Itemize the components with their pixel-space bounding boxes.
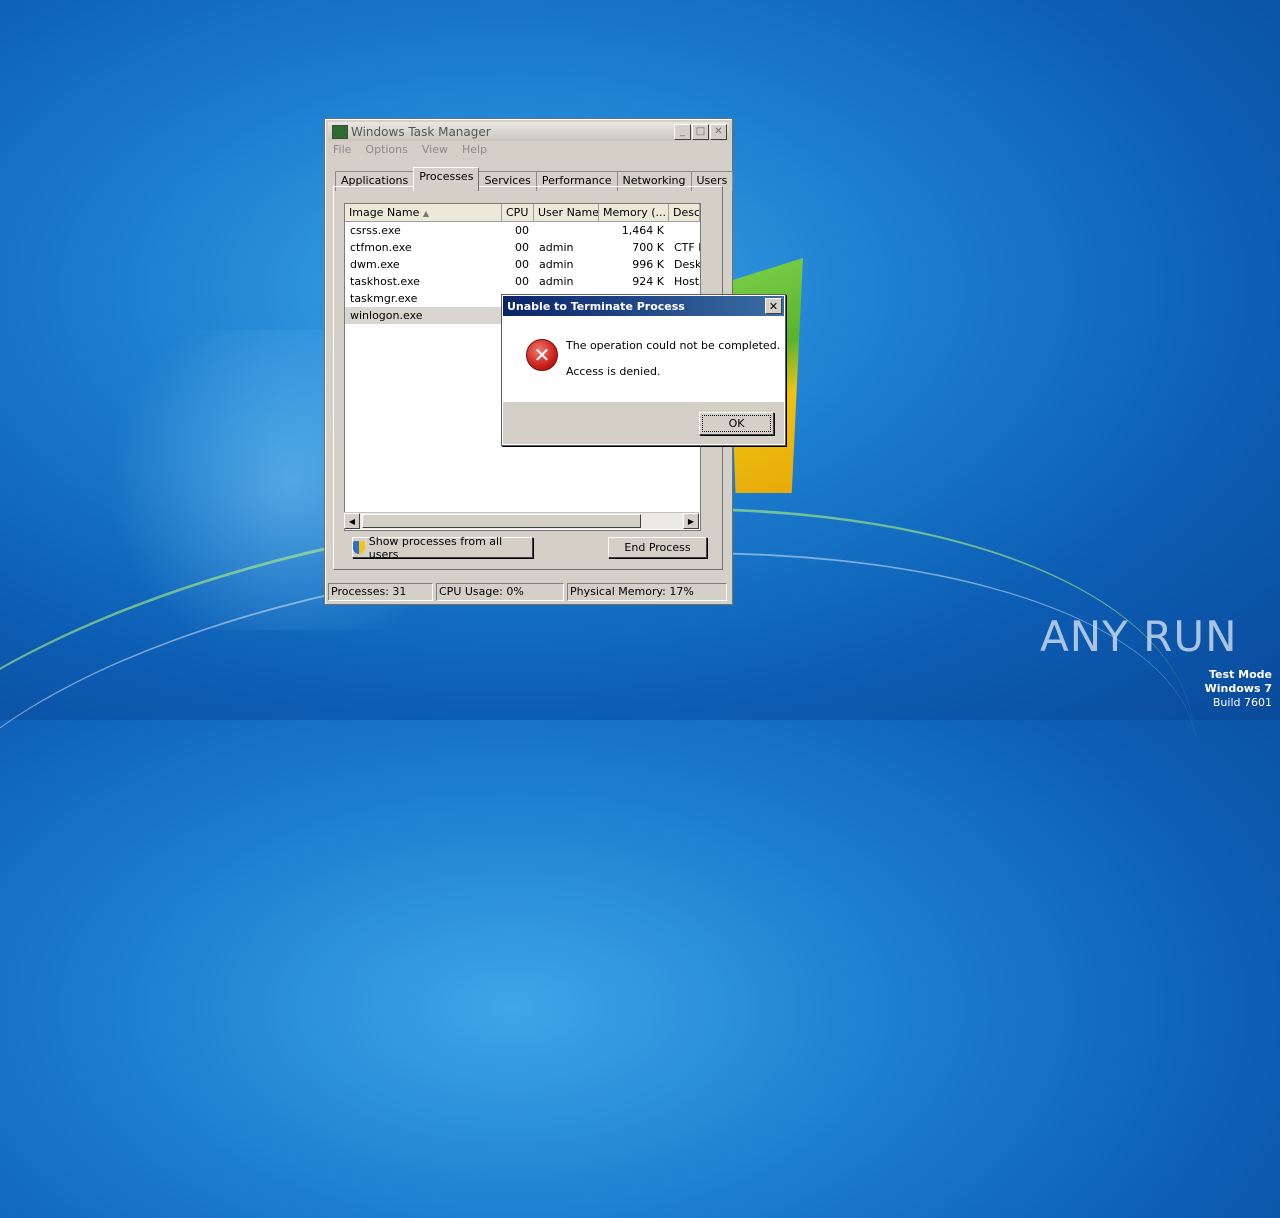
menu-view[interactable]: View: [422, 143, 448, 156]
cell-user: admin: [539, 258, 574, 271]
os-watermark: Test Mode Windows 7 Build 7601: [1205, 668, 1272, 710]
cell-name: winlogon.exe: [350, 309, 423, 322]
cell-desc: Host: [674, 275, 700, 288]
maximize-button[interactable]: □: [692, 123, 709, 140]
close-button[interactable]: ✕: [710, 123, 727, 140]
table-row[interactable]: csrss.exe 00 1,464 K: [345, 222, 700, 239]
anyrun-logo: ANY RUN: [1040, 612, 1238, 661]
sort-ascending-icon: ▲: [422, 209, 430, 218]
error-dialog: Unable to Terminate Process ✕ ✕ The oper…: [501, 294, 786, 446]
watermark-line3: Build 7601: [1212, 696, 1272, 709]
task-manager-icon: [332, 124, 348, 139]
table-row[interactable]: ctfmon.exe 00 admin 700 K CTF L: [345, 239, 700, 256]
cell-desc: Desk: [674, 258, 700, 271]
window-title: Windows Task Manager: [351, 124, 491, 139]
menu-file[interactable]: File: [333, 143, 351, 156]
column-description[interactable]: Desc: [669, 204, 700, 221]
show-all-processes-button[interactable]: Show processes from all users: [352, 535, 533, 561]
column-memory[interactable]: Memory (...: [599, 204, 669, 221]
cell-mem: 700 K: [632, 241, 664, 254]
cell-cpu: 00: [515, 241, 529, 254]
uac-shield-icon: [353, 541, 365, 554]
title-bar[interactable]: Windows Task Manager _ □ ✕: [328, 122, 729, 141]
cell-user: admin: [539, 275, 574, 288]
table-row[interactable]: dwm.exe 00 admin 996 K Desk: [345, 256, 700, 273]
cell-mem: 924 K: [632, 275, 664, 288]
cell-name: dwm.exe: [350, 258, 400, 271]
menu-options[interactable]: Options: [365, 143, 407, 156]
column-cpu[interactable]: CPU: [502, 204, 534, 221]
cell-cpu: 00: [515, 275, 529, 288]
cell-cpu: 00: [515, 224, 529, 237]
menu-bar: File Options View Help: [333, 143, 487, 156]
dialog-message-detail: Access is denied.: [566, 365, 661, 378]
watermark-line2: Windows 7: [1204, 682, 1272, 695]
cell-name: ctfmon.exe: [350, 241, 412, 254]
column-image-name[interactable]: Image Name ▲: [345, 204, 502, 221]
cell-desc: CTF L: [674, 241, 700, 254]
scroll-right-icon[interactable]: ▶: [683, 513, 699, 529]
column-user-name[interactable]: User Name: [534, 204, 599, 221]
status-bar: Processes: 31 CPU Usage: 0% Physical Mem…: [328, 583, 728, 601]
scroll-thumb[interactable]: [362, 514, 641, 528]
minimize-button[interactable]: _: [674, 123, 691, 140]
cell-mem: 996 K: [632, 258, 664, 271]
dialog-close-button[interactable]: ✕: [765, 298, 782, 314]
dialog-title-bar[interactable]: Unable to Terminate Process: [503, 296, 784, 316]
list-header: Image Name ▲ CPU User Name Memory (... D…: [345, 204, 700, 222]
status-cpu: CPU Usage: 0%: [436, 583, 564, 601]
status-processes: Processes: 31: [328, 583, 433, 601]
cell-name: taskhost.exe: [350, 275, 420, 288]
cell-user: admin: [539, 241, 574, 254]
cell-name: csrss.exe: [350, 224, 401, 237]
error-icon: ✕: [526, 339, 558, 371]
table-row[interactable]: taskhost.exe 00 admin 924 K Host: [345, 273, 700, 290]
dialog-message: The operation could not be completed.: [566, 339, 781, 352]
watermark-line1: Test Mode: [1209, 668, 1272, 681]
menu-help[interactable]: Help: [462, 143, 487, 156]
scroll-left-icon[interactable]: ◀: [344, 513, 360, 529]
cell-cpu: 00: [515, 258, 529, 271]
cell-mem: 1,464 K: [621, 224, 664, 237]
end-process-button[interactable]: End Process: [608, 537, 707, 558]
horizontal-scrollbar[interactable]: ◀ ▶: [344, 512, 699, 529]
cell-name: taskmgr.exe: [350, 292, 418, 305]
anyrun-text: ANY RUN: [1040, 612, 1238, 661]
status-memory: Physical Memory: 17%: [567, 583, 727, 601]
dialog-title: Unable to Terminate Process: [507, 299, 685, 313]
ok-button[interactable]: OK: [699, 412, 774, 435]
tab-processes[interactable]: Processes: [413, 167, 480, 191]
dialog-footer: OK: [503, 402, 784, 444]
